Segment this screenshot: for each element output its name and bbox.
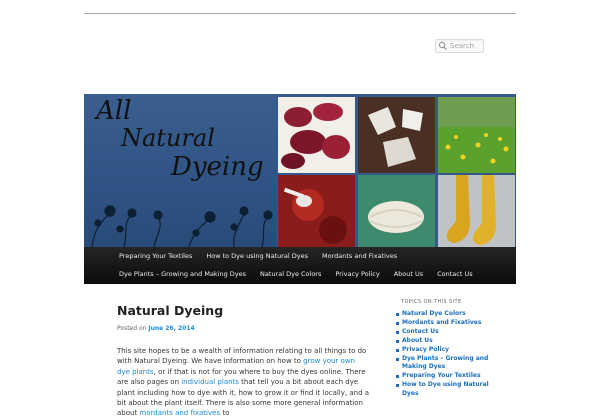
header-divider [84,13,516,14]
mordants-fixatives-link[interactable]: mordants and fixatives [139,409,220,417]
sidebar-link[interactable]: Contact Us [402,328,439,335]
nav-row-1: Preparing Your Textiles How to Dye using… [84,247,404,265]
nav-item-privacy[interactable]: Privacy Policy [328,265,386,284]
banner-title-panel: All Natural Dyeing [84,94,277,247]
nav-row-2: Dye Plants – Growing and Making Dyes Nat… [84,265,480,284]
sidebar-link[interactable]: Preparing Your Textiles [402,372,481,379]
sidebar: TOPICS ON THIS SITE Natural Dye Colors M… [395,299,495,399]
sidebar-item-how-to-dye[interactable]: How to Dye using Natural Dyes [396,381,495,399]
sidebar-link[interactable]: Mordants and Fixatives [402,319,481,326]
sidebar-item-about[interactable]: About Us [396,337,495,346]
photo-yellow-socks [438,175,515,247]
post-text-4: to [220,409,230,418]
nav-item-about[interactable]: About Us [387,265,430,284]
floral-ornament-icon [91,205,273,247]
individual-plants-link[interactable]: individual plants [181,378,239,386]
posted-on-label: Posted on [117,325,147,332]
sidebar-item-mordants[interactable]: Mordants and Fixatives [396,319,495,328]
search-box[interactable] [435,39,484,53]
sidebar-link[interactable]: Dye Plants – Growing and Making Dyes [402,355,488,371]
post-date-link[interactable]: June 26, 2014 [148,325,194,332]
search-icon [438,41,448,51]
nav-item-dye-colors[interactable]: Natural Dye Colors [253,265,328,284]
sidebar-widget-title: TOPICS ON THIS SITE [401,299,462,305]
nav-item-dye-plants[interactable]: Dye Plants – Growing and Making Dyes [84,265,253,284]
sidebar-item-contact[interactable]: Contact Us [396,328,495,337]
banner-title-line-2: Natural [121,124,215,152]
banner-title-line-3: Dyeing [171,152,264,182]
sidebar-link[interactable]: About Us [402,337,433,344]
photo-hibiscus-flowers [278,97,355,173]
post-body: This site hopes to be a wealth of inform… [117,346,370,419]
post-title[interactable]: Natural Dyeing [117,303,370,319]
nav-item-how-to-dye[interactable]: How to Dye using Natural Dyes [199,247,315,265]
nav-item-contact[interactable]: Contact Us [430,265,480,284]
sidebar-item-preparing-textiles[interactable]: Preparing Your Textiles [396,372,495,381]
header-banner-image[interactable]: All Natural Dyeing [84,94,516,247]
nav-item-mordants[interactable]: Mordants and Fixatives [315,247,404,265]
banner-title-line-1: All [96,96,132,126]
main-navigation: Preparing Your Textiles How to Dye using… [84,247,516,284]
sidebar-link[interactable]: How to Dye using Natural Dyes [402,381,489,397]
photo-dandelion-field [438,97,515,173]
sidebar-link[interactable]: Natural Dye Colors [402,310,466,317]
nav-item-preparing-textiles[interactable]: Preparing Your Textiles [84,247,199,265]
main-content: Natural Dyeing Posted on June 26, 2014 T… [117,303,370,419]
photo-alum-crystals [358,97,435,173]
sidebar-item-dye-colors[interactable]: Natural Dye Colors [396,310,495,319]
sidebar-link[interactable]: Privacy Policy [402,346,449,353]
sidebar-topic-list: Natural Dye Colors Mordants and Fixative… [395,310,495,399]
sidebar-item-dye-plants[interactable]: Dye Plants – Growing and Making Dyes [396,355,495,373]
search-input[interactable] [448,41,484,51]
photo-red-dye-powder [278,175,355,247]
photo-undyed-yarn [358,175,435,247]
post-meta: Posted on June 26, 2014 [117,325,370,332]
sidebar-item-privacy[interactable]: Privacy Policy [396,346,495,355]
